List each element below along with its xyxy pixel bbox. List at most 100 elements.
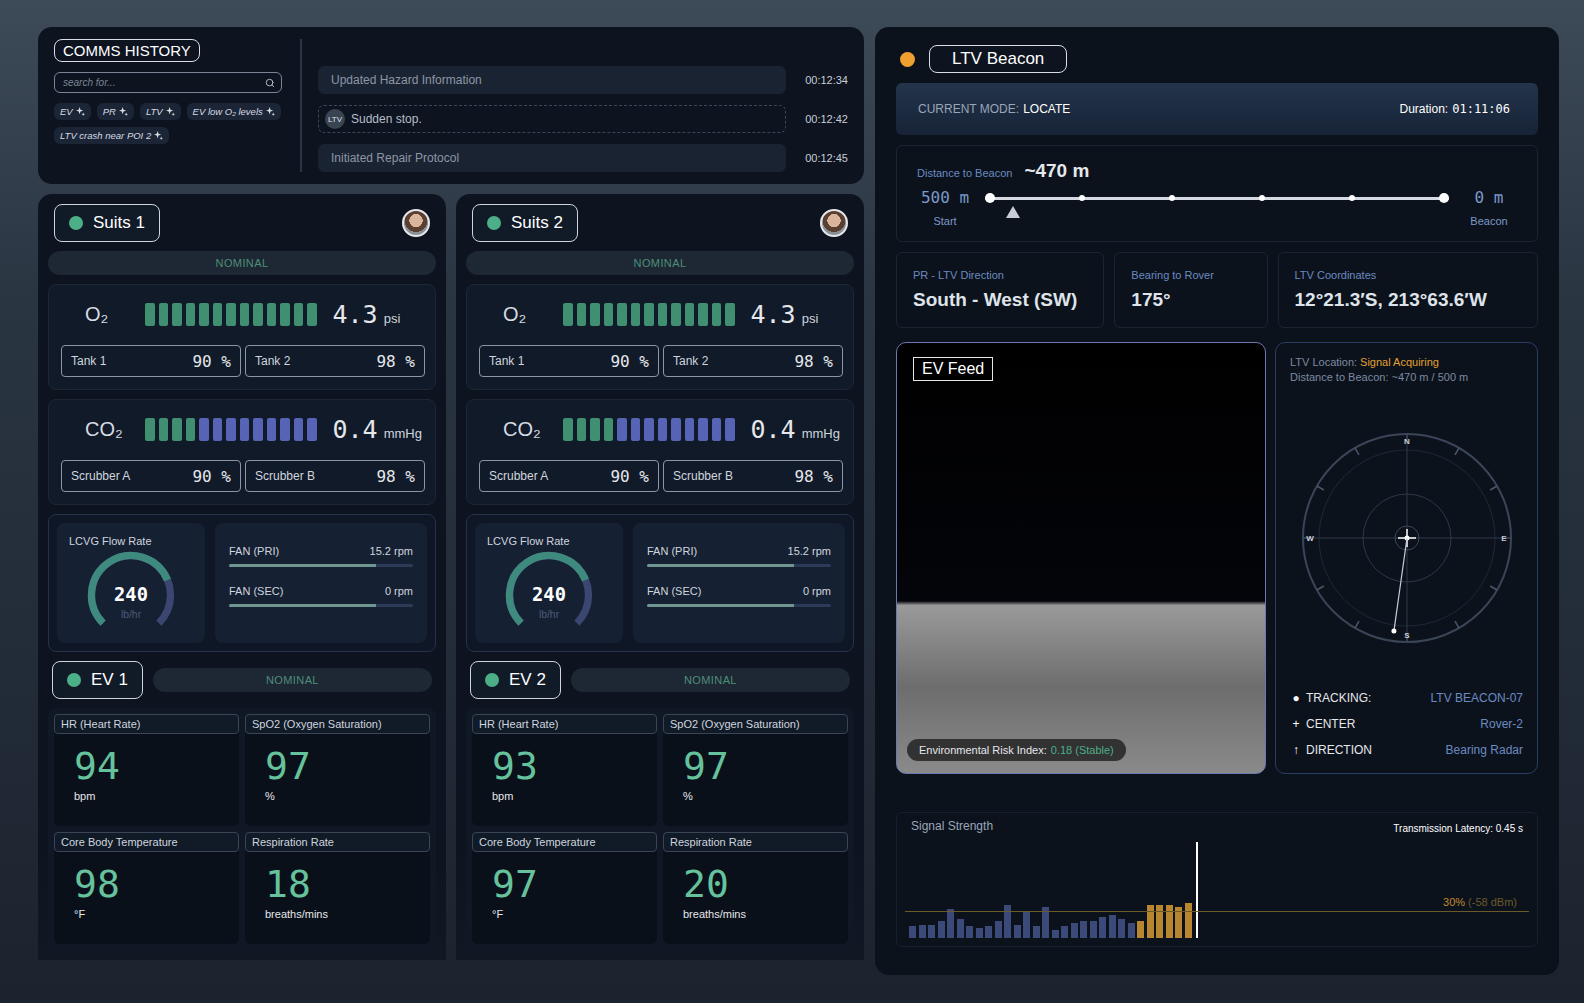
meter-unit: psi — [384, 311, 401, 326]
crew-avatar[interactable] — [820, 209, 848, 237]
meter-segment — [671, 303, 681, 326]
legend-row: ↑DIRECTIONBearing Radar — [1290, 743, 1523, 757]
signal-cursor[interactable] — [1196, 842, 1198, 938]
vital-cell: HR (Heart Rate)93bpm — [472, 714, 657, 826]
sub-reading: Tank 190 % — [479, 345, 659, 377]
message-row[interactable]: Initiated Repair Protocol00:12:45 — [318, 144, 848, 172]
meter-segment — [307, 303, 317, 326]
signal-bar — [1118, 919, 1125, 938]
search-icon[interactable] — [265, 78, 275, 88]
status-dot — [487, 216, 501, 230]
suit-name[interactable]: Suits 2 — [472, 204, 578, 242]
meter-segment — [725, 303, 735, 326]
filter-tag[interactable]: EV — [54, 103, 91, 120]
dashboard: COMMS HISTORY EV PR LTV EV low O₂ levels LTV … — [0, 0, 1584, 1003]
suit-panel: Suits 2NOMINALO₂4.3psiTank 190 %Tank 298… — [456, 194, 864, 960]
suit-name[interactable]: Suits 1 — [54, 204, 160, 242]
svg-text:lb/hr: lb/hr — [121, 609, 142, 620]
svg-text:lb/hr: lb/hr — [539, 609, 560, 620]
signal-bar — [1023, 911, 1030, 938]
meter-segment — [199, 303, 209, 326]
message-row[interactable]: Updated Hazard Information00:12:34 — [318, 66, 848, 94]
vital-cell: Respiration Rate20breaths/mins — [663, 832, 848, 944]
sparkle-icon — [266, 107, 275, 116]
meter-unit: mmHg — [384, 426, 422, 441]
vitals-grid: HR (Heart Rate)94bpmSpO2 (Oxygen Saturat… — [48, 708, 436, 950]
ev-status: NOMINAL — [153, 668, 432, 692]
meter-segment — [253, 418, 263, 441]
meter-segment — [604, 418, 614, 441]
sub-reading: Scrubber B98 % — [245, 460, 425, 492]
signal-bar — [1185, 903, 1192, 938]
meter-segment — [294, 418, 304, 441]
meter-segment — [280, 303, 290, 326]
signal-bar — [1128, 923, 1135, 938]
position-marker — [1006, 206, 1020, 218]
signal-bar — [1071, 923, 1078, 938]
risk-index: Environmental Risk Index:0.18 (Stable) — [907, 739, 1126, 761]
message-text: Initiated Repair Protocol — [318, 144, 786, 172]
message-row[interactable]: LTVSudden stop.00:12:42 — [318, 105, 848, 133]
info-card: PR - LTV DirectionSouth - West (SW) — [896, 252, 1104, 328]
lcvg-label: LCVG Flow Rate — [487, 535, 611, 547]
comms-title: COMMS HISTORY — [54, 39, 200, 62]
signal-card: Signal StrengthTransmission Latency: 0.4… — [896, 812, 1538, 947]
ev-name[interactable]: EV 1 — [52, 661, 143, 699]
signal-bar — [909, 926, 916, 938]
meter-segment — [172, 418, 182, 441]
track-stop — [1259, 195, 1265, 201]
signal-bar — [947, 909, 954, 938]
meter-segment — [159, 418, 169, 441]
sub-reading: Scrubber B98 % — [663, 460, 843, 492]
search-field[interactable] — [54, 72, 282, 93]
signal-bar — [957, 919, 964, 938]
signal-bar — [1080, 921, 1087, 938]
compass-label: E — [1501, 534, 1507, 543]
gas-meter-card: O₂4.3psiTank 190 %Tank 298 % — [466, 284, 854, 390]
signal-bar — [919, 925, 926, 938]
flow-gauge: 240lb/hr — [497, 547, 601, 637]
meter-segments — [145, 303, 317, 326]
meter-segment — [658, 303, 668, 326]
message-time: 00:12:42 — [798, 113, 848, 125]
meter-segment — [658, 418, 668, 441]
filter-tag[interactable]: PR — [97, 103, 134, 120]
meter-segments — [563, 303, 735, 326]
filter-tag[interactable]: EV low O₂ levels — [187, 103, 281, 120]
status-dot — [69, 216, 83, 230]
vital-cell: Core Body Temperature98°F — [54, 832, 239, 944]
sub-reading: Scrubber A90 % — [479, 460, 659, 492]
search-input[interactable] — [61, 76, 265, 89]
message-list: Updated Hazard Information00:12:34 LTVSud… — [318, 39, 848, 172]
meter-segment — [240, 303, 250, 326]
meter-segment — [307, 418, 317, 441]
bearing-needle — [1393, 538, 1406, 631]
signal-bar — [1014, 925, 1021, 938]
meter-segment — [631, 418, 641, 441]
meter-segment — [253, 303, 263, 326]
status-dot — [485, 673, 499, 687]
filter-tag[interactable]: LTV crash near POI 2 — [54, 127, 169, 144]
signal-reading: 30%(-58 dBm) — [1443, 896, 1517, 908]
vital-cell: HR (Heart Rate)94bpm — [54, 714, 239, 826]
meter-label: CO₂ — [479, 418, 563, 441]
filter-tag[interactable]: LTV — [140, 103, 181, 120]
ev-feed: EV FeedEnvironmental Risk Index:0.18 (St… — [896, 342, 1266, 774]
crew-avatar[interactable] — [402, 209, 430, 237]
signal-bar — [1137, 921, 1144, 938]
vital-cell: SpO2 (Oxygen Saturation)97% — [245, 714, 430, 826]
meter-segment — [240, 418, 250, 441]
lcvg-card: LCVG Flow Rate240lb/hrFAN (PRI)15.2 rpmF… — [466, 514, 854, 652]
meter-segment — [186, 303, 196, 326]
meter-segment — [685, 303, 695, 326]
beacon-title: LTV Beacon — [929, 45, 1067, 73]
fan-row: FAN (SEC)0 rpm — [647, 585, 831, 607]
ev-name[interactable]: EV 2 — [470, 661, 561, 699]
sparkle-icon — [154, 131, 163, 140]
bearing-radar: NESW — [1294, 425, 1520, 651]
meter-value: 0.4 — [333, 415, 378, 444]
meter-segment — [698, 418, 708, 441]
meter-segment — [280, 418, 290, 441]
meter-segments — [145, 418, 317, 441]
meter-unit: mmHg — [802, 426, 840, 441]
